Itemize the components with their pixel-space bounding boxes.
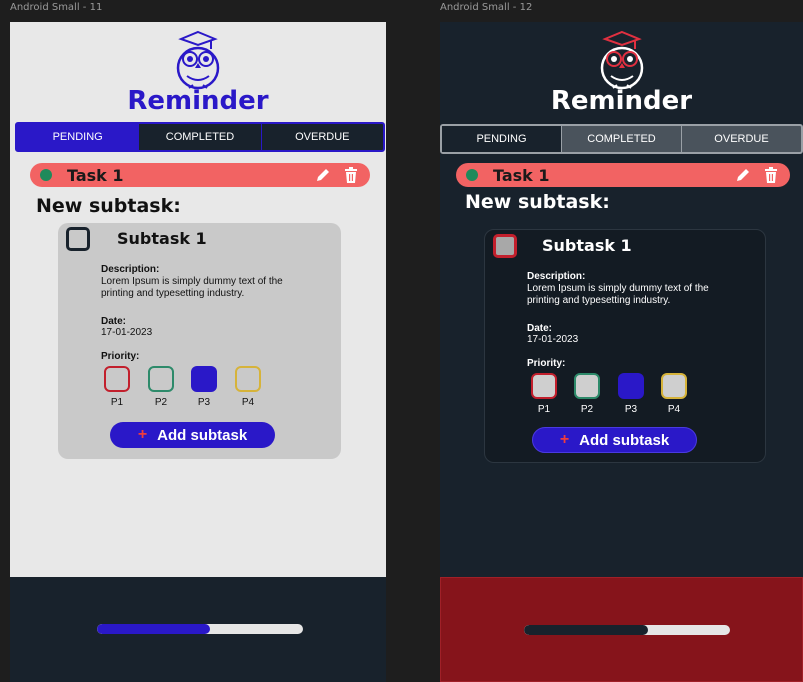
priority-p1-label: P1 (110, 397, 124, 408)
owl-logo-icon (600, 30, 643, 90)
task-title: Task 1 (67, 165, 124, 185)
app-title: Reminder (127, 86, 269, 116)
progress-bar (97, 624, 303, 634)
task-title: Task 1 (493, 165, 550, 185)
description-label: Description: (527, 271, 586, 282)
task-bar[interactable]: Task 1 (30, 163, 370, 187)
priority-p2-label: P2 (580, 404, 594, 415)
tab-overdue[interactable]: OVERDUE (681, 126, 801, 152)
status-dot (466, 169, 478, 181)
add-subtask-label: Add subtask (579, 431, 670, 449)
priority-p3-label: P3 (197, 397, 211, 408)
status-dot (40, 169, 52, 181)
subtask-checkbox[interactable] (493, 234, 517, 258)
date-label: Date: (101, 316, 127, 327)
priority-p4-box[interactable] (235, 366, 261, 392)
progress-bar (524, 625, 730, 635)
date-label: Date: (527, 323, 553, 334)
priority-label: Priority: (527, 358, 566, 369)
progress-fill (524, 625, 648, 635)
priority-p4-box[interactable] (661, 373, 687, 399)
priority-p2-box[interactable] (574, 373, 600, 399)
tab-completed[interactable]: COMPLETED (561, 126, 681, 152)
subtask-heading: New subtask: (465, 191, 610, 213)
add-subtask-button[interactable]: + Add subtask (532, 427, 697, 453)
tab-pending[interactable]: PENDING (442, 126, 561, 152)
pencil-icon[interactable] (314, 166, 332, 184)
priority-p3-box[interactable] (618, 373, 644, 399)
subtask-heading: New subtask: (36, 195, 181, 217)
bottom-panel (10, 577, 386, 682)
bottom-panel (440, 577, 803, 682)
description-text: Lorem Ipsum is simply dummy text of the … (101, 276, 283, 299)
tab-bar: PENDING COMPLETED OVERDUE (15, 122, 385, 152)
add-subtask-button[interactable]: + Add subtask (110, 422, 275, 448)
subtask-title: Subtask 1 (542, 236, 632, 255)
date-value: 17-01-2023 (527, 334, 579, 345)
description-label: Description: (101, 264, 160, 275)
priority-p3-box[interactable] (191, 366, 217, 392)
subtask-checkbox[interactable] (66, 227, 90, 251)
priority-p1-label: P1 (537, 404, 551, 415)
priority-p1-box[interactable] (104, 366, 130, 392)
subtask-card: Subtask 1 Description: Lorem Ipsum is si… (58, 223, 341, 459)
app-title: Reminder (550, 86, 693, 116)
tab-overdue[interactable]: OVERDUE (260, 124, 383, 150)
priority-p4-label: P4 (667, 404, 681, 415)
frame-label: Android Small - 11 (10, 2, 103, 13)
priority-p2-label: P2 (154, 397, 168, 408)
description-text: Lorem Ipsum is simply dummy text of the … (527, 283, 709, 306)
frame-label: Android Small - 12 (440, 2, 533, 13)
add-subtask-label: Add subtask (157, 426, 248, 444)
priority-p4-label: P4 (241, 397, 255, 408)
priority-label: Priority: (101, 351, 140, 362)
priority-p2-box[interactable] (148, 366, 174, 392)
priority-p3-label: P3 (624, 404, 638, 415)
priority-p1-box[interactable] (531, 373, 557, 399)
trash-icon[interactable] (762, 166, 780, 184)
plus-icon: + (559, 431, 570, 448)
tab-pending[interactable]: PENDING (17, 124, 139, 150)
date-value: 17-01-2023 (101, 327, 153, 338)
pencil-icon[interactable] (734, 166, 752, 184)
task-bar[interactable]: Task 1 (456, 163, 790, 187)
progress-fill (97, 624, 211, 634)
screen-light: Reminder PENDING COMPLETED OVERDUE Task … (10, 22, 386, 682)
subtask-title: Subtask 1 (117, 229, 207, 248)
tab-completed[interactable]: COMPLETED (138, 124, 260, 150)
screen-dark: Reminder PENDING COMPLETED OVERDUE Task … (440, 22, 803, 682)
plus-icon: + (137, 426, 148, 443)
owl-logo-icon (176, 30, 220, 90)
tab-bar: PENDING COMPLETED OVERDUE (440, 124, 803, 154)
trash-icon[interactable] (342, 166, 360, 184)
subtask-card: Subtask 1 Description: Lorem Ipsum is si… (484, 229, 766, 463)
